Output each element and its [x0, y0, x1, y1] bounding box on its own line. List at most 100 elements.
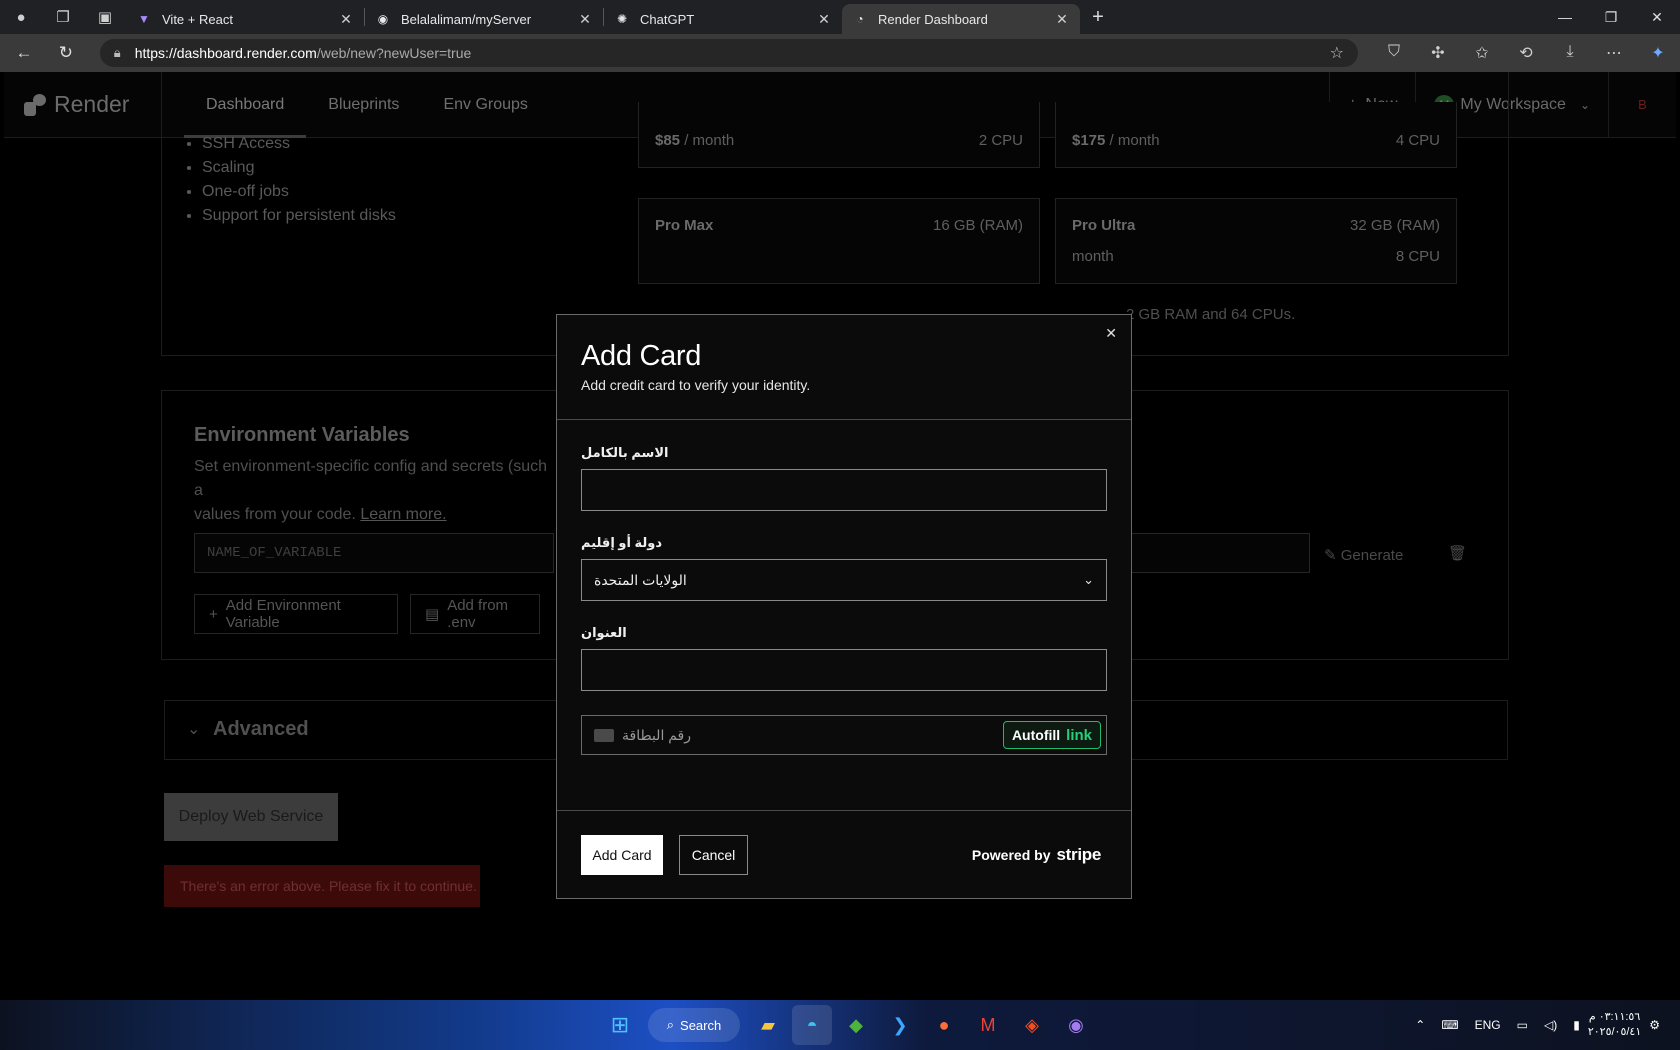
full-name-input[interactable]: [581, 469, 1107, 511]
clock-time: ٠٣:١١:٥٦ م: [1588, 1011, 1641, 1023]
feature-item: Support for persistent disks: [202, 204, 396, 228]
new-tab-button[interactable]: +: [1080, 6, 1116, 29]
plan-card-pro-ultra[interactable]: Pro Ultra 32 GB (RAM) month 8 CPU: [1055, 198, 1457, 284]
settings-icon[interactable]: ⚙: [1649, 1018, 1660, 1032]
search-icon: ⌕: [666, 1017, 675, 1032]
browser-tab-vite[interactable]: ▼ Vite + React ✕: [126, 4, 364, 34]
autofill-label: Autofill: [1011, 727, 1061, 743]
plan-name: Pro Ultra: [1072, 217, 1136, 234]
history-icon[interactable]: ⟲: [1504, 43, 1548, 63]
vscode-icon[interactable]: ❯: [880, 1005, 920, 1045]
delete-icon[interactable]: 🗑︎: [1448, 544, 1467, 562]
tab-title: Vite + React: [162, 11, 233, 27]
network-icon[interactable]: ▭: [1517, 1018, 1528, 1032]
link-logo: link: [1066, 726, 1092, 744]
plan-card[interactable]: $85 / month 2 CPU: [638, 102, 1040, 168]
card-number-input[interactable]: رقم البطاقة Autofill link: [581, 715, 1107, 755]
env-vars-title: Environment Variables: [194, 424, 410, 446]
favorite-star-icon[interactable]: ☆: [1330, 43, 1344, 63]
render-page: Render Dashboard Blueprints Env Groups +…: [4, 72, 1676, 1000]
windows-start-icon[interactable]: ⊞: [600, 1005, 640, 1045]
close-tab-icon[interactable]: ✕: [1054, 11, 1070, 28]
language-indicator[interactable]: ENG: [1475, 1018, 1501, 1032]
country-select[interactable]: الولايات المتحدة ⌄: [581, 559, 1107, 601]
figma-icon[interactable]: ◈: [1012, 1005, 1052, 1045]
vite-icon: ▼: [138, 12, 150, 26]
plan-card-pro-max[interactable]: Pro Max 16 GB (RAM): [638, 198, 1040, 284]
plan-ram: 32 GB (RAM): [1349, 217, 1440, 234]
favorites-icon[interactable]: ✩: [1460, 43, 1504, 63]
render-logo-icon: [24, 93, 46, 116]
add-from-env-button[interactable]: ▤ Add from .env: [410, 594, 540, 634]
shield-icon[interactable]: ⛉: [1372, 43, 1416, 63]
minimize-icon[interactable]: —: [1542, 9, 1588, 26]
browser-tab-render[interactable]: ◔ Render Dashboard ✕: [842, 4, 1080, 34]
powered-by-label: Powered by: [971, 847, 1051, 863]
postman-icon[interactable]: ●: [924, 1005, 964, 1045]
mongodb-icon[interactable]: ◆: [836, 1005, 876, 1045]
address-label: العنوان: [581, 625, 627, 640]
more-menu-icon[interactable]: ⋯: [1592, 43, 1636, 63]
plan-card[interactable]: $175 / month 4 CPU: [1055, 102, 1457, 168]
copilot-icon[interactable]: ✦: [1636, 43, 1680, 63]
add-env-var-button[interactable]: + Add Environment Variable: [194, 594, 398, 634]
browser-tab-chatgpt[interactable]: ✺ ChatGPT ✕: [604, 4, 842, 34]
cancel-button[interactable]: Cancel: [679, 835, 748, 875]
browser-tab-github[interactable]: ◉ Belalalimam/myServer ✕: [365, 4, 603, 34]
user-menu[interactable]: B: [1608, 72, 1676, 138]
tab-title: Render Dashboard: [878, 11, 988, 27]
modal-title: Add Card: [581, 340, 702, 372]
collections-icon[interactable]: ❐: [42, 0, 84, 34]
plan-period: month: [1072, 248, 1114, 265]
download-icon[interactable]: ⤓: [1548, 43, 1592, 63]
brand-name: Render: [54, 91, 130, 117]
tab-title: ChatGPT: [640, 11, 695, 27]
plan-cpu: 8 CPU: [1395, 248, 1440, 265]
close-window-icon[interactable]: ✕: [1634, 9, 1680, 26]
profile-avatar[interactable]: ●: [0, 0, 42, 34]
plan-cpu: 2 CPU: [978, 132, 1023, 149]
extensions-icon[interactable]: ✣: [1416, 43, 1460, 63]
advanced-label: Advanced: [213, 718, 309, 740]
gmail-icon[interactable]: M: [968, 1005, 1008, 1045]
github-desktop-icon[interactable]: ◉: [1056, 1005, 1096, 1045]
plan-name: Pro Max: [655, 217, 714, 234]
generate-button[interactable]: ✎ Generate: [1324, 546, 1403, 564]
plan-cpu: 4 CPU: [1395, 132, 1440, 149]
edge-icon[interactable]: ◓: [792, 1005, 832, 1045]
taskbar-search[interactable]: ⌕ Search: [648, 1008, 740, 1042]
close-tab-icon[interactable]: ✕: [577, 11, 593, 28]
plus-icon: +: [209, 605, 218, 623]
add-card-modal: ✕ Add Card Add credit card to verify you…: [556, 314, 1132, 899]
env-var-name-input[interactable]: NAME_OF_VARIABLE: [194, 533, 554, 573]
country-label: دولة أو إقليم: [581, 535, 663, 550]
address-input[interactable]: [581, 649, 1107, 691]
keyboard-icon[interactable]: ⌨: [1441, 1018, 1458, 1032]
restore-icon[interactable]: ❐: [1588, 9, 1634, 26]
env-var-value-input[interactable]: [1124, 533, 1310, 573]
autofill-link-button[interactable]: Autofill link: [1002, 721, 1101, 749]
chevron-up-icon[interactable]: ⌃: [1415, 1018, 1425, 1032]
wand-icon: ✎: [1324, 547, 1337, 564]
tab-actions-icon[interactable]: ▣: [84, 0, 126, 34]
render-logo[interactable]: Render: [24, 91, 184, 118]
close-tab-icon[interactable]: ✕: [816, 11, 832, 28]
back-icon[interactable]: ←: [6, 37, 42, 69]
volume-icon[interactable]: ◁): [1544, 1018, 1557, 1032]
url-input[interactable]: 🔒︎ https://dashboard.render.com/web/new?…: [99, 39, 1358, 67]
deploy-web-service-button[interactable]: Deploy Web Service: [164, 793, 338, 841]
error-message: There's an error above. Please fix it to…: [164, 865, 480, 907]
learn-more-link[interactable]: Learn more.: [360, 506, 446, 523]
file-explorer-icon[interactable]: ▰: [748, 1005, 788, 1045]
reload-icon[interactable]: ↻: [48, 37, 84, 69]
feature-item: Scaling: [202, 156, 396, 180]
add-card-button[interactable]: Add Card: [581, 835, 663, 875]
battery-icon[interactable]: ▮: [1573, 1018, 1580, 1032]
feature-item: One-off jobs: [202, 180, 396, 204]
tab-title: Belalalimam/myServer: [401, 11, 532, 27]
close-icon[interactable]: ✕: [1105, 325, 1117, 342]
plan-price: $175 / month: [1072, 132, 1160, 149]
country-value: الولايات المتحدة: [594, 571, 687, 588]
close-tab-icon[interactable]: ✕: [338, 11, 354, 28]
clock[interactable]: ٠٣:١١:٥٦ م ٢٠٢٥/٠٥/٤١: [1588, 1010, 1641, 1040]
